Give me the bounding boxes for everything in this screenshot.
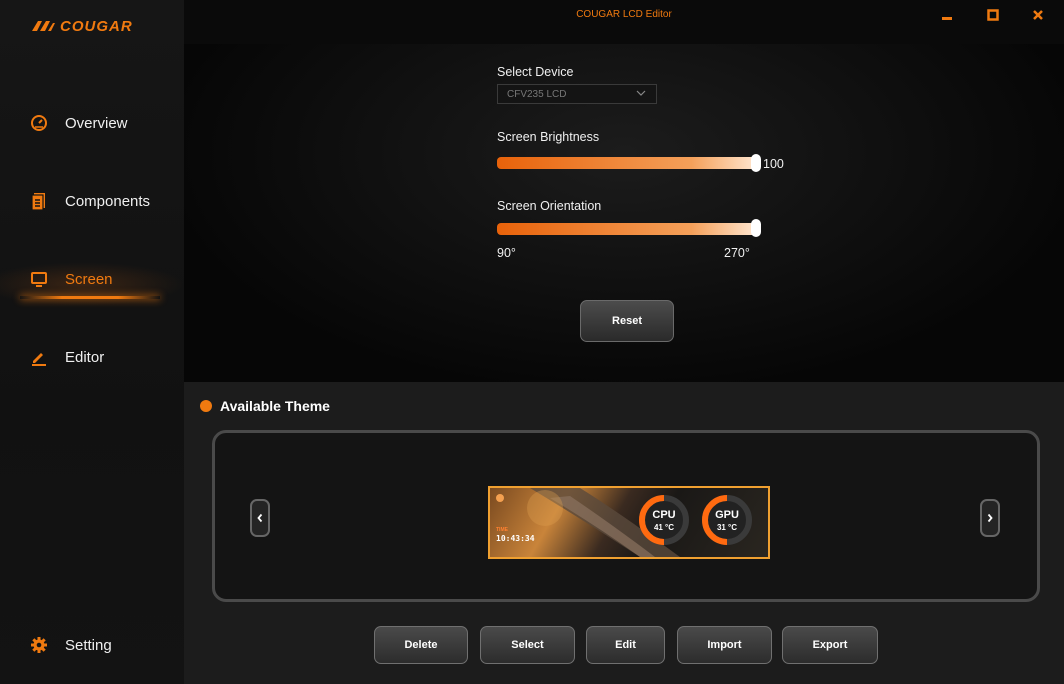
monitor-icon	[30, 270, 48, 288]
cpu-gauge-name: CPU	[652, 509, 676, 521]
setting-label: Setting	[65, 636, 112, 654]
available-theme-label: Available Theme	[220, 398, 330, 414]
gpu-gauge-name: GPU	[715, 509, 739, 521]
sidebar-item-overview[interactable]: Overview	[0, 103, 184, 143]
close-icon	[1033, 10, 1043, 20]
sidebar-item-components[interactable]: Components	[0, 181, 184, 221]
theme-panel: Available Theme TIME 10:43:34 CPU 41 °C	[184, 382, 1064, 684]
cougar-logo: COUGAR	[30, 14, 133, 38]
maximize-icon	[987, 9, 999, 21]
minimize-button[interactable]	[936, 4, 958, 26]
sidebar-item-label: Components	[65, 192, 151, 210]
brightness-label: Screen Brightness	[497, 130, 600, 144]
cpu-gauge: CPU 41 °C	[636, 492, 692, 548]
sidebar-item-editor[interactable]: Editor	[0, 337, 184, 377]
sidebar-item-label: Overview	[65, 114, 128, 132]
speedometer-icon	[30, 114, 48, 132]
sidebar: COUGAR Overview Components Screen Editor	[0, 0, 184, 684]
gpu-gauge-value: 31 °C	[716, 523, 738, 532]
sidebar-item-setting[interactable]: Setting	[0, 625, 184, 665]
sidebar-item-screen[interactable]: Screen	[0, 259, 184, 299]
orientation-slider[interactable]	[497, 223, 756, 235]
pen-icon	[30, 348, 48, 366]
gear-icon	[30, 636, 48, 654]
orange-dot-icon	[200, 400, 212, 412]
brightness-slider-thumb[interactable]	[751, 154, 761, 172]
import-button[interactable]: Import	[677, 626, 772, 664]
minimize-icon	[942, 17, 952, 20]
device-select[interactable]: CFV235 LCD	[497, 84, 657, 104]
theme-time: 10:43:34	[496, 534, 535, 543]
chevron-right-icon	[987, 513, 993, 523]
logo-text: COUGAR	[60, 17, 133, 35]
chevron-left-icon	[257, 513, 263, 523]
theme-carousel: TIME 10:43:34 CPU 41 °C GPU 31 °C	[212, 430, 1040, 602]
title-bar: COUGAR LCD Editor	[184, 0, 1064, 44]
active-underline	[20, 296, 160, 299]
theme-thumbnail[interactable]: TIME 10:43:34 CPU 41 °C GPU 31 °C	[488, 486, 770, 559]
select-button[interactable]: Select	[480, 626, 575, 664]
export-button[interactable]: Export	[782, 626, 878, 664]
next-theme-button[interactable]	[980, 499, 1000, 537]
available-theme-header: Available Theme	[200, 398, 330, 414]
window-title: COUGAR LCD Editor	[576, 9, 672, 20]
brightness-slider[interactable]	[497, 157, 756, 169]
delete-button[interactable]: Delete	[374, 626, 468, 664]
gpu-gauge: GPU 31 °C	[699, 492, 755, 548]
sidebar-item-label: Editor	[65, 348, 105, 366]
document-icon	[30, 192, 48, 210]
orientation-label: Screen Orientation	[497, 199, 602, 213]
screen-settings-panel: COUGAR LCD Editor Select Device CFV235 L…	[184, 0, 1064, 382]
orientation-max-label: 270°	[724, 246, 750, 260]
cpu-gauge-value: 41 °C	[653, 523, 675, 532]
orientation-slider-thumb[interactable]	[751, 219, 761, 237]
orientation-min-label: 90°	[497, 246, 516, 260]
sidebar-item-label: Screen	[65, 270, 113, 288]
reset-button[interactable]: Reset	[580, 300, 674, 342]
select-device-label: Select Device	[497, 65, 574, 79]
previous-theme-button[interactable]	[250, 499, 270, 537]
maximize-button[interactable]	[982, 4, 1004, 26]
device-select-value: CFV235 LCD	[507, 88, 567, 100]
edit-button[interactable]: Edit	[586, 626, 665, 664]
cougar-paw-icon	[32, 21, 55, 31]
close-button[interactable]	[1027, 4, 1049, 26]
theme-time-label: TIME	[496, 527, 508, 533]
brightness-value: 100	[763, 157, 784, 171]
chevron-down-icon	[636, 90, 646, 96]
theme-indicator-dot	[496, 494, 504, 502]
